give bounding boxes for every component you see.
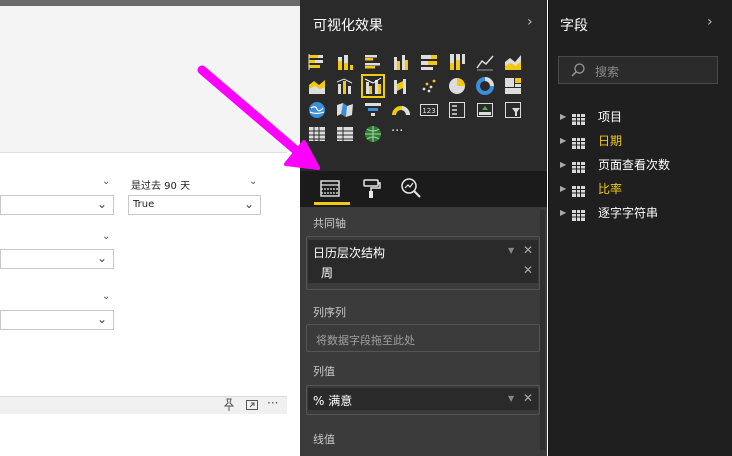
field-list-item[interactable]: ▶ 比率: [560, 179, 720, 199]
field-list-item[interactable]: ▶ 项目: [560, 107, 720, 127]
expand-caret-icon[interactable]: ▶: [560, 184, 566, 193]
fields-title: 字段: [560, 18, 588, 34]
chevron-down-icon: ⌄: [96, 197, 107, 211]
funnel-icon[interactable]: [363, 100, 383, 120]
100-stacked-bar-chart-icon[interactable]: [419, 52, 439, 72]
field-list-item-label: 比率: [598, 182, 623, 196]
drop-placeholder: 将数据字段拖至此处: [316, 334, 415, 347]
wells-scrollbar[interactable]: [540, 210, 545, 450]
close-icon[interactable]: ✕: [523, 391, 533, 405]
table-icon: [572, 182, 585, 197]
more-options-icon[interactable]: ···: [267, 396, 278, 410]
report-visual-area: ⌄ ⌄ 是过去 90 天 ⌄ True ⌄ ⌄ ⌄ ⌄ ⌄: [0, 152, 287, 393]
well-column-series[interactable]: 将数据字段拖至此处: [306, 324, 540, 352]
100-stacked-column-chart-icon[interactable]: [447, 52, 467, 72]
well-field-percent-satisfied[interactable]: % 满意 ▼ ✕: [308, 388, 538, 410]
table-icon[interactable]: [307, 124, 327, 144]
expand-caret-icon[interactable]: ▶: [560, 136, 566, 145]
more-visuals-icon[interactable]: ···: [391, 124, 411, 144]
ribbon-chart-icon[interactable]: [391, 76, 411, 96]
chevron-down-icon[interactable]: ⌄: [102, 291, 110, 302]
canvas-blank-area: [0, 414, 290, 456]
table-icon: [572, 158, 585, 173]
canvas-top-bar: [0, 0, 300, 6]
visual-header: ···: [0, 396, 287, 415]
kpi-icon[interactable]: [475, 100, 495, 120]
well-label-shared-axis: 共同轴: [313, 217, 346, 230]
table-icon: [572, 134, 585, 149]
close-icon[interactable]: ✕: [523, 243, 533, 257]
filled-map-icon[interactable]: [335, 100, 355, 120]
chevron-down-icon: ⌄: [96, 251, 107, 265]
chevron-down-icon[interactable]: ⌄: [102, 231, 110, 242]
globe-icon[interactable]: [363, 124, 383, 144]
active-tab-indicator: [314, 202, 350, 205]
map-icon[interactable]: [307, 100, 327, 120]
field-list-item-label: 项目: [598, 110, 623, 124]
clustered-column-chart-icon[interactable]: [391, 52, 411, 72]
well-field-week[interactable]: 周 ✕: [308, 261, 538, 283]
field-list-item-label: 页面查看次数: [598, 158, 671, 172]
chevron-down-icon[interactable]: ▼: [508, 394, 514, 403]
svg-text:123: 123: [422, 107, 435, 115]
chevron-right-icon[interactable]: ›: [527, 14, 533, 30]
multi-row-card-icon[interactable]: [447, 100, 467, 120]
well-field-hierarchy[interactable]: 日历层次结构 ▼ ✕: [308, 240, 538, 262]
field-label: 日历层次结构: [313, 246, 386, 260]
table-icon: [572, 206, 585, 221]
card-icon[interactable]: 123: [419, 100, 439, 120]
fields-tab-icon[interactable]: [319, 177, 343, 201]
scatter-chart-icon[interactable]: [419, 76, 439, 96]
well-label-column-series: 列序列: [313, 306, 346, 319]
slicer-dropdown-3[interactable]: ⌄: [0, 310, 114, 330]
line-and-stacked-column-chart-icon[interactable]: [335, 76, 355, 96]
search-placeholder: 搜索: [595, 65, 620, 79]
field-label: % 满意: [313, 394, 353, 408]
chevron-down-icon: ⌄: [96, 312, 107, 326]
slicer-icon[interactable]: [503, 100, 523, 120]
slicer-dropdown-2[interactable]: ⌄: [0, 249, 114, 269]
stacked-area-chart-icon[interactable]: [307, 76, 327, 96]
slicer-dropdown-true[interactable]: True ⌄: [128, 195, 261, 215]
chevron-down-icon[interactable]: ⌄: [249, 176, 257, 187]
chevron-right-icon[interactable]: ›: [707, 14, 713, 30]
chevron-down-icon[interactable]: ▼: [508, 246, 514, 255]
field-list-item-label: 逐字字符串: [598, 206, 659, 220]
slicer-dropdown-1[interactable]: ⌄: [0, 195, 114, 215]
well-label-line-values: 线值: [313, 433, 335, 446]
field-list-item[interactable]: ▶ 日期: [560, 131, 720, 151]
field-list-item[interactable]: ▶ 页面查看次数: [560, 155, 720, 175]
expand-caret-icon[interactable]: ▶: [560, 208, 566, 217]
treemap-icon[interactable]: [503, 76, 523, 96]
donut-chart-icon[interactable]: [475, 76, 495, 96]
slicer-value: True: [133, 199, 155, 210]
search-icon: [570, 62, 586, 78]
line-and-clustered-column-chart-icon[interactable]: [361, 74, 385, 98]
expand-caret-icon[interactable]: ▶: [560, 112, 566, 121]
slicer-title: 是过去 90 天: [131, 181, 191, 192]
stacked-bar-chart-icon[interactable]: [307, 52, 327, 72]
analytics-magnifier-icon[interactable]: [400, 177, 424, 201]
gauge-icon[interactable]: [391, 100, 411, 120]
field-label: 周: [321, 266, 334, 280]
chevron-down-icon[interactable]: ⌄: [102, 176, 110, 187]
stacked-column-chart-icon[interactable]: [335, 52, 355, 72]
field-list-item-label: 日期: [598, 134, 623, 148]
visualizations-title: 可视化效果: [313, 18, 383, 34]
format-paint-roller-icon[interactable]: [360, 177, 384, 201]
pane-tabs: [300, 171, 547, 207]
chevron-down-icon: ⌄: [243, 197, 254, 211]
field-list-item[interactable]: ▶ 逐字字符串: [560, 203, 720, 223]
well-label-column-values: 列值: [313, 365, 335, 378]
pie-chart-icon[interactable]: [447, 76, 467, 96]
clustered-bar-chart-icon[interactable]: [363, 52, 383, 72]
report-canvas-background: [0, 0, 300, 152]
line-chart-icon[interactable]: [475, 52, 495, 72]
matrix-icon[interactable]: [335, 124, 355, 144]
close-icon[interactable]: ✕: [523, 263, 533, 277]
table-icon: [572, 110, 585, 125]
expand-caret-icon[interactable]: ▶: [560, 160, 566, 169]
area-chart-icon[interactable]: [503, 52, 523, 72]
